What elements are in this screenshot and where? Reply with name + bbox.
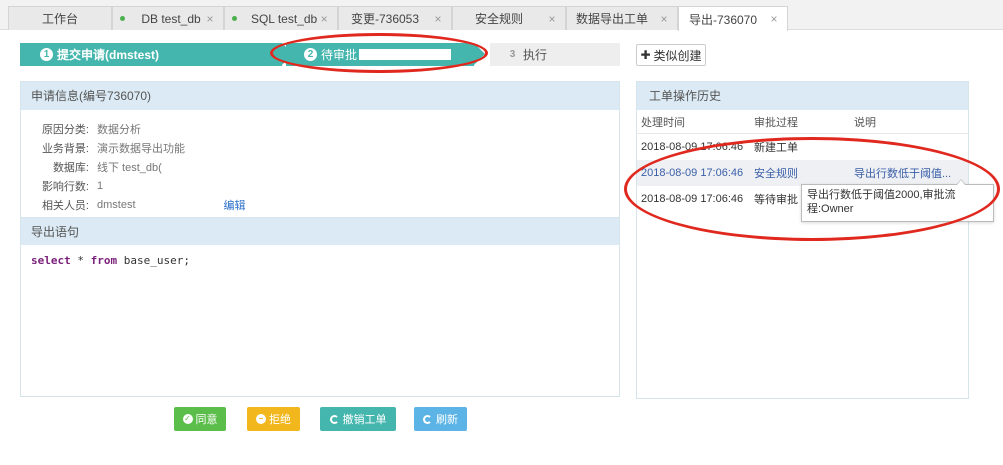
note-tooltip: 导出行数低于阈值2000,审批流程:Owner [801,179,994,222]
step-label: 执行 [523,48,548,62]
application-panel: 申请信息(编号736070) 原因分类: 数据分析 业务背景: 演示数据导出功能… [20,81,620,397]
tab-data-export-ticket[interactable]: 数据导出工单 × [566,6,678,30]
info-row-affected-rows: 影响行数: 1 [21,176,619,195]
cell-step: 新建工单 [754,142,798,154]
column-header: 处理时间 [641,116,685,129]
tab-change-736053[interactable]: 变更-736053 × [338,6,452,30]
refresh-icon [423,414,432,424]
step-label: 提交申请(dmstest) [57,48,160,62]
reject-button[interactable]: − 拒绝 [247,407,300,431]
revoke-ticket-button[interactable]: 撤销工单 [320,407,396,431]
column-header: 审批过程 [754,116,798,129]
tab-label: 变更-736053 [350,12,420,26]
close-icon[interactable]: × [545,12,559,26]
plus-icon: ✚ [640,48,651,62]
edit-link[interactable]: 编辑 [224,197,246,213]
tab-export-736070[interactable]: 导出-736070 × [678,6,788,31]
info-row-related-people: 相关人员: dmstest 编辑 [21,195,619,214]
redaction-mask [135,199,222,210]
tab-label: DB test_db [141,11,201,26]
button-label: 拒绝 [269,414,291,426]
check-icon: ✓ [182,414,193,424]
tab-sql-test-db[interactable]: SQL test_db × [224,6,338,30]
tab-workbench[interactable]: 工作台 [8,6,112,30]
refresh-button[interactable]: 刷新 [414,407,467,431]
status-dot-icon [232,16,237,21]
button-label: 刷新 [436,414,458,426]
info-value: 数据分析 [97,123,141,136]
status-dot-icon [120,16,125,21]
sql-statement: select * from base_user; [21,245,619,276]
application-info: 原因分类: 数据分析 业务背景: 演示数据导出功能 数据库: 线下 test_d… [21,110,619,217]
sql-keyword: select [31,254,71,267]
workflow-steps: 1 提交申请(dmstest) 2 待审批 3 执行 [20,43,620,66]
table-row[interactable]: 2018-08-09 17:06:46 新建工单 [637,134,968,160]
close-icon[interactable]: × [317,12,331,26]
info-key: 业务背景: [41,142,89,155]
tab-security-rules[interactable]: 安全规则 × [452,6,566,30]
approve-button[interactable]: ✓ 同意 [174,407,226,431]
info-value: 演示数据导出功能 [97,142,185,155]
redaction-mask [359,49,452,60]
info-value: 线下 test_db( [97,161,162,174]
info-key: 原因分类: [41,123,89,136]
application-info-title: 申请信息(编号736070) [21,82,619,110]
minus-icon: − [256,414,266,424]
cell-note[interactable]: 导出行数低于阈值... [850,165,968,181]
close-icon[interactable]: × [767,12,781,26]
column-header: 说明 [854,116,876,129]
cell-time: 2018-08-09 17:06:46 [641,141,744,153]
step-number: 3 [509,49,516,60]
sql-keyword: from [90,254,118,267]
info-key: 数据库: [52,161,89,174]
tab-label: 数据导出工单 [575,12,648,26]
info-row-database: 数据库: 线下 test_db( [21,157,619,176]
step-number: 2 [304,48,317,61]
history-table-header: 处理时间 审批过程 说明 [637,110,968,134]
button-label: 撤销工单 [342,414,387,426]
info-key: 影响行数: [41,180,89,193]
tab-db-test-db[interactable]: DB test_db × [112,6,224,30]
close-icon[interactable]: × [657,12,671,26]
step-number: 1 [40,48,53,61]
button-label: 同意 [195,414,218,426]
step-execute: 3 执行 [490,43,620,66]
step-submit: 1 提交申请(dmstest) [20,43,293,66]
history-title: 工单操作历史 [637,82,968,110]
table-row[interactable]: 2018-08-09 17:06:46 安全规则 导出行数低于阈值... [637,160,968,186]
step-pending-approval: 2 待审批 [286,43,485,66]
cell-time: 2018-08-09 17:06:46 [641,167,744,179]
tab-label: 工作台 [41,12,78,26]
tab-label: SQL test_db [250,11,318,26]
info-row-reason: 原因分类: 数据分析 [21,119,619,138]
sql-text: * [70,254,91,267]
create-similar-button[interactable]: ✚ 类似创建 [636,44,706,66]
export-statement-title: 导出语句 [21,217,619,245]
info-row-background: 业务背景: 演示数据导出功能 [21,138,619,157]
tab-label: 导出-736070 [688,12,758,27]
history-panel: 工单操作历史 处理时间 审批过程 说明 2018-08-09 17:06:46 … [636,81,969,399]
close-icon[interactable]: × [203,12,217,26]
cell-time: 2018-08-09 17:06:46 [641,193,744,205]
close-icon[interactable]: × [431,12,445,26]
info-value: dmstest [97,198,136,211]
step-label: 待审批 [321,48,358,62]
info-key: 相关人员: [41,199,89,212]
cell-step: 安全规则 [754,168,798,180]
undo-icon [329,414,339,424]
tab-label: 安全规则 [474,12,523,26]
button-label: 类似创建 [653,48,702,63]
sql-text: base_user; [117,254,190,267]
tab-bar: 工作台 DB test_db × SQL test_db × 变更-736053… [0,0,1003,31]
info-value: 1 [97,179,104,192]
